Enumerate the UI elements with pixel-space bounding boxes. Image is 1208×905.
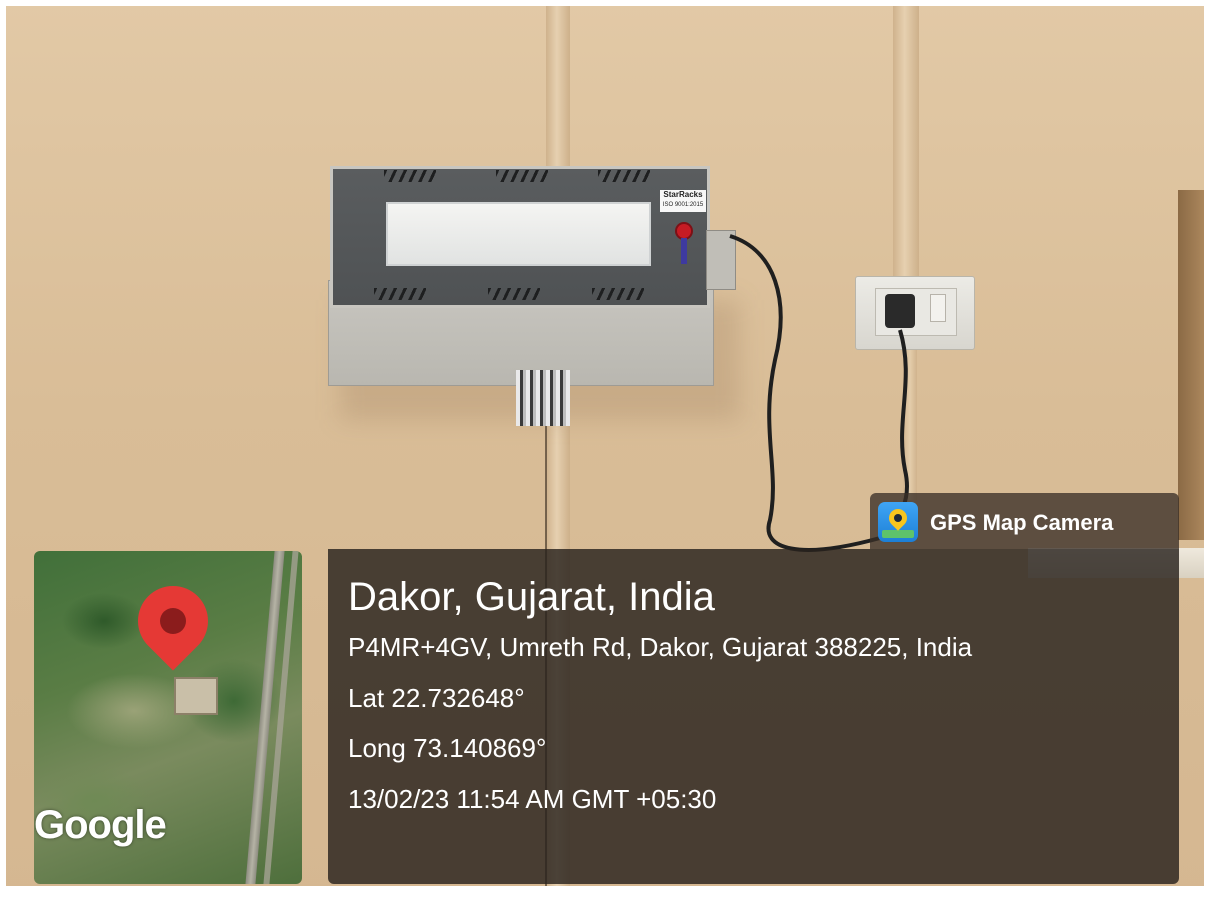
google-attribution: Google: [34, 803, 167, 847]
image-border: [0, 0, 6, 905]
address-line: P4MR+4GV, Umreth Rd, Dakor, Gujarat 3882…: [348, 632, 973, 662]
datetime-line: 13/02/23 11:54 AM GMT +05:30: [348, 784, 717, 814]
gps-map-camera-icon: [878, 502, 918, 542]
map-building: [174, 677, 218, 715]
image-border: [0, 886, 1208, 905]
image-border: [1204, 0, 1208, 905]
icon-pin-dot: [894, 514, 902, 522]
map-thumbnail: Google: [34, 551, 302, 884]
location-pin-dot: [160, 608, 186, 634]
longitude-line: Long 73.140869°: [348, 733, 547, 763]
icon-land-part: [882, 530, 914, 538]
place-title: Dakor, Gujarat, India: [348, 575, 715, 619]
image-border: [0, 0, 1208, 6]
latitude-line: Lat 22.732648°: [348, 683, 525, 713]
app-name: GPS Map Camera: [930, 510, 1114, 535]
